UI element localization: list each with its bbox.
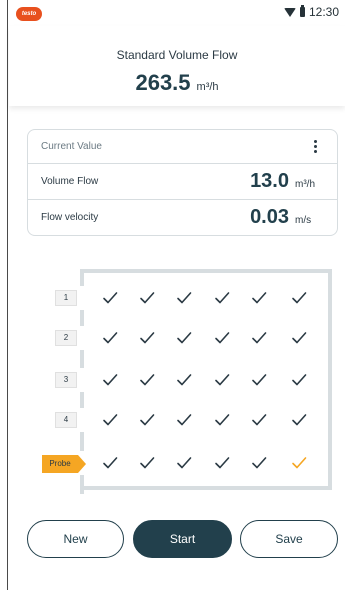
current-value-card: Current Value Volume Flow 13.0 m³/h Flow… bbox=[27, 129, 338, 236]
check-icon bbox=[177, 414, 192, 426]
grid-frame-left-segment bbox=[80, 310, 84, 326]
check-icon bbox=[215, 414, 230, 426]
check-icon bbox=[292, 414, 307, 426]
probe-label: Probe bbox=[49, 459, 71, 468]
check-icon bbox=[292, 292, 307, 304]
grid-frame-left-segment bbox=[80, 392, 84, 408]
status-right: 12:30 bbox=[283, 5, 339, 19]
check-icon bbox=[215, 292, 230, 304]
row-label: Volume Flow bbox=[41, 176, 99, 187]
active-check-icon bbox=[292, 457, 307, 469]
battery-icon bbox=[299, 5, 305, 17]
check-icon bbox=[215, 332, 230, 344]
new-button[interactable]: New bbox=[27, 520, 124, 558]
save-button[interactable]: Save bbox=[240, 520, 338, 558]
volume-flow-unit: m³/h bbox=[295, 179, 315, 190]
check-icon bbox=[140, 292, 155, 304]
clock: 12:30 bbox=[308, 5, 339, 19]
testo-logo: testo bbox=[16, 7, 42, 21]
grid-frame-left-segment bbox=[80, 269, 84, 286]
main-reading: 263.5 m³/h bbox=[9, 70, 345, 96]
check-icon bbox=[103, 292, 118, 304]
grid-frame-left-segment bbox=[80, 432, 84, 451]
check-icon bbox=[292, 332, 307, 344]
check-icon bbox=[140, 332, 155, 344]
check-icon bbox=[177, 332, 192, 344]
grid-row-label: 1 bbox=[55, 290, 77, 306]
check-icon bbox=[103, 414, 118, 426]
check-icon bbox=[177, 292, 192, 304]
device-frame-edge bbox=[0, 0, 8, 590]
check-icon bbox=[140, 457, 155, 469]
grid-frame-left-segment bbox=[80, 475, 84, 494]
wifi-icon bbox=[283, 7, 296, 17]
check-icon bbox=[252, 332, 267, 344]
check-icon bbox=[103, 332, 118, 344]
check-icon bbox=[252, 457, 267, 469]
check-icon bbox=[252, 292, 267, 304]
app-screen: testo 12:30 Standard Volume Flow 263.5 m… bbox=[9, 0, 345, 590]
check-icon bbox=[292, 374, 307, 386]
probe-indicator: Probe bbox=[42, 455, 86, 473]
check-icon bbox=[177, 457, 192, 469]
check-icon bbox=[177, 374, 192, 386]
check-icon bbox=[252, 374, 267, 386]
card-title: Current Value bbox=[41, 141, 102, 152]
check-icon bbox=[215, 457, 230, 469]
grid-row-label: 2 bbox=[55, 330, 77, 346]
volume-flow-value: 13.0 bbox=[250, 170, 289, 192]
row-label: Flow velocity bbox=[41, 211, 99, 223]
check-icon bbox=[252, 414, 267, 426]
check-icon bbox=[140, 374, 155, 386]
card-header: Current Value bbox=[28, 130, 337, 164]
check-icon bbox=[103, 457, 118, 469]
grid-row-label: 3 bbox=[55, 372, 77, 388]
main-reading-title: Standard Volume Flow bbox=[116, 48, 238, 62]
check-icon bbox=[215, 374, 230, 386]
flow-velocity-row: Flow velocity 0.03 m/s bbox=[28, 199, 337, 234]
main-reading-unit: m³/h bbox=[196, 81, 219, 93]
kebab-menu-icon[interactable] bbox=[307, 138, 323, 156]
volume-flow-row: Volume Flow 13.0 m³/h bbox=[28, 164, 337, 199]
row-value-group: 0.03 m/s bbox=[250, 206, 323, 229]
flow-velocity-unit: m/s bbox=[295, 214, 312, 226]
status-bar: testo 12:30 bbox=[9, 0, 345, 26]
grid-frame-left-segment bbox=[80, 350, 84, 368]
flow-velocity-value: 0.03 bbox=[250, 205, 289, 228]
check-icon bbox=[103, 374, 118, 386]
row-value-group: 13.0 m³/h bbox=[250, 170, 323, 193]
grid-row-label: 4 bbox=[55, 412, 77, 428]
main-reading-header: Standard Volume Flow 263.5 m³/h bbox=[9, 26, 345, 106]
main-reading-value: 263.5 bbox=[135, 70, 191, 95]
check-icon bbox=[140, 414, 155, 426]
start-button[interactable]: Start bbox=[133, 520, 232, 558]
